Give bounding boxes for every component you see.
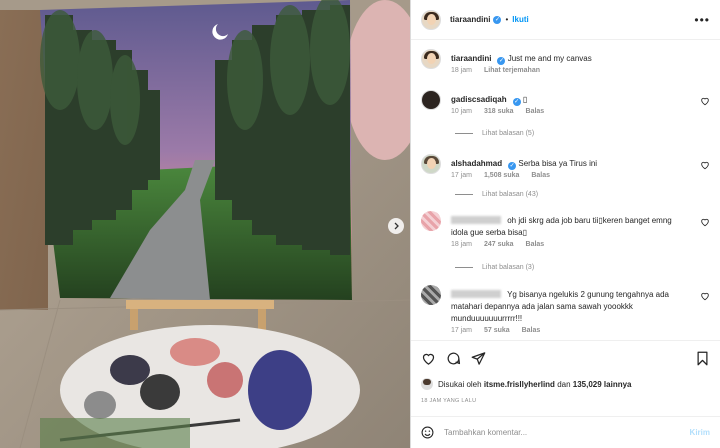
chevron-right-icon <box>394 222 399 230</box>
comment-time: 17 jam <box>451 172 473 179</box>
commenter-username-redacted[interactable] <box>451 216 501 224</box>
more-options-icon[interactable]: ••• <box>694 13 710 27</box>
commenter-avatar[interactable] <box>421 154 441 174</box>
bookmark-icon[interactable] <box>695 351 710 366</box>
commenter-avatar[interactable] <box>421 211 441 231</box>
verified-badge-icon: ✓ <box>497 57 506 65</box>
heart-icon[interactable] <box>421 351 436 366</box>
verified-badge-icon: ✓ <box>493 15 502 24</box>
likes-count[interactable]: 135,029 lainnya <box>573 380 632 389</box>
comment-item: oh jdi skrg ada job baru tii▯keren bange… <box>421 211 710 265</box>
separator-dot: • <box>505 15 509 24</box>
author-avatar[interactable] <box>421 49 441 69</box>
comment-time: 17 jam <box>451 327 473 334</box>
comments-list[interactable]: tiaraandini ✓ Just me and my canvas 18 ja… <box>411 40 720 340</box>
painting-image <box>0 0 410 448</box>
author-username[interactable]: tiaraandini <box>450 15 490 24</box>
caption-time: 18 jam <box>451 67 473 74</box>
post-photo[interactable] <box>0 0 410 448</box>
commenter-avatar[interactable] <box>421 285 441 305</box>
post-header: tiaraandini ✓ • Ikuti ••• <box>411 0 720 40</box>
view-replies-link[interactable]: Lihat balasan (3) <box>455 264 534 271</box>
reply-button[interactable]: Balas <box>531 172 550 179</box>
comment-item: Yg bisanya ngelukis 2 gunung tengahnya a… <box>421 285 710 340</box>
commenter-username[interactable]: alshadahmad <box>451 159 502 168</box>
likes-prefix: Disukai oleh <box>438 379 482 389</box>
likes-conj: dan <box>557 379 571 389</box>
view-replies-link[interactable]: Lihat balasan (5) <box>455 130 534 137</box>
comment-likes[interactable]: 318 suka <box>484 108 514 115</box>
speech-bubble-icon[interactable] <box>446 351 461 366</box>
smiley-icon[interactable] <box>421 426 434 439</box>
comment-likes[interactable]: 1,508 suka <box>484 172 519 179</box>
commenter-username[interactable]: gadiscsadiqah <box>451 95 507 104</box>
heart-icon[interactable] <box>700 217 710 227</box>
liker-avatar[interactable] <box>421 378 433 390</box>
heart-icon[interactable] <box>700 96 710 106</box>
caption: tiaraandini ✓ Just me and my canvas 18 ja… <box>421 49 710 89</box>
comment-item: alshadahmad ✓ Serba bisa ya Tirus ini 17 … <box>421 154 710 194</box>
likes-summary: Disukai oleh itsme.frisllyherlind dan 13… <box>421 378 710 390</box>
heart-icon[interactable] <box>700 160 710 170</box>
post-timestamp: 18 JAM YANG LALU <box>421 398 477 404</box>
view-replies-link[interactable]: Lihat balasan (43) <box>455 191 538 198</box>
comment-text: Serba bisa ya Tirus ini <box>518 159 598 168</box>
post-panel: tiaraandini ✓ • Ikuti ••• tiaraandini ✓ J… <box>410 0 720 448</box>
comment-text: ▯ <box>522 95 528 104</box>
caption-text: Just me and my canvas <box>507 54 592 63</box>
post-actions <box>411 340 720 374</box>
see-translation-link[interactable]: Lihat terjemahan <box>484 67 540 74</box>
commenter-username-redacted[interactable] <box>451 290 501 298</box>
reply-button[interactable]: Balas <box>526 241 545 248</box>
post-comment-button[interactable]: Kirim <box>690 428 710 437</box>
paper-plane-icon[interactable] <box>471 351 486 366</box>
caption-username[interactable]: tiaraandini <box>451 54 491 63</box>
author-avatar[interactable] <box>421 9 441 30</box>
liker-username[interactable]: itsme.frisllyherlind <box>484 380 555 389</box>
comment-time: 18 jam <box>451 241 473 248</box>
heart-icon[interactable] <box>700 291 710 301</box>
comment-likes[interactable]: 57 suka <box>484 327 510 334</box>
next-photo-button[interactable] <box>388 218 404 234</box>
follow-button[interactable]: Ikuti <box>512 15 528 24</box>
add-comment-bar: Kirim <box>411 416 720 448</box>
verified-badge-icon: ✓ <box>508 162 517 170</box>
reply-button[interactable]: Balas <box>526 108 545 115</box>
reply-button[interactable]: Balas <box>522 327 541 334</box>
verified-badge-icon: ✓ <box>512 98 521 106</box>
comment-item: gadiscsadiqah ✓ ▯ 10 jam 318 suka Balas <box>421 90 710 130</box>
comment-input[interactable] <box>444 428 690 437</box>
comment-time: 10 jam <box>451 108 473 115</box>
commenter-avatar[interactable] <box>421 90 441 110</box>
comment-likes[interactable]: 247 suka <box>484 241 514 248</box>
